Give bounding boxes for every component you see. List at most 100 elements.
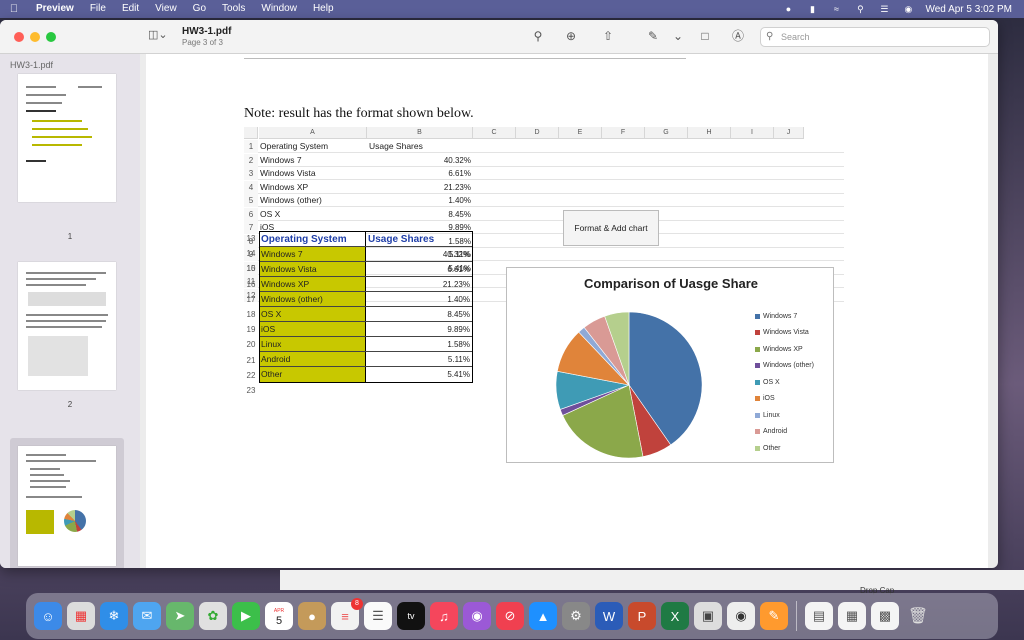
row-number: 21 xyxy=(246,355,256,365)
app-store-icon[interactable]: ▲ xyxy=(529,602,557,630)
recent-document-icon[interactable]: ▤ xyxy=(805,602,833,630)
rotate-icon[interactable]: □ xyxy=(697,28,713,44)
formatted-cell-share: 1.58% xyxy=(447,340,470,349)
formatted-cell-share: 8.45% xyxy=(447,310,470,319)
battery-icon[interactable]: ▮ xyxy=(805,3,819,15)
finder-icon[interactable]: ☺ xyxy=(34,602,62,630)
share-icon[interactable]: ⇧ xyxy=(600,28,616,44)
minimize-button[interactable] xyxy=(30,32,40,42)
row-number: 5 xyxy=(244,194,258,207)
pages-icon[interactable]: ✎ xyxy=(760,602,788,630)
notes-icon[interactable]: ☰ xyxy=(364,602,392,630)
safari-icon[interactable]: ❄ xyxy=(100,602,128,630)
formatted-cell-os: Other xyxy=(260,367,366,382)
page-thumbnail-3[interactable] xyxy=(18,446,116,566)
menu-view[interactable]: View xyxy=(147,0,185,18)
sheet-row: 6 OS X 8.45% xyxy=(244,207,844,221)
row-number: 7 xyxy=(244,221,258,234)
formatted-cell-share: 5.11% xyxy=(447,355,470,364)
preview-icon[interactable]: ▣ xyxy=(694,602,722,630)
formatted-table-header: Operating System Usage Shares xyxy=(260,232,472,247)
calendar-icon[interactable]: APR 5 xyxy=(265,602,293,630)
document-view[interactable]: Note: result has the format shown below.… xyxy=(146,54,988,568)
formatted-table-row: Windows XP 21.23% xyxy=(260,277,472,292)
siri-icon[interactable]: ◉ xyxy=(901,3,915,15)
photos-icon[interactable]: ✿ xyxy=(199,602,227,630)
word-icon[interactable]: W xyxy=(595,602,623,630)
formatted-table-row: iOS 9.89% xyxy=(260,322,472,337)
news-icon[interactable]: ⊘ xyxy=(496,602,524,630)
calendar-day: 5 xyxy=(275,615,283,627)
powerpoint-icon[interactable]: P xyxy=(628,602,656,630)
annotate-icon[interactable]: Ⓐ xyxy=(730,28,746,44)
tv-icon[interactable]: tv xyxy=(397,602,425,630)
zoom-out-icon[interactable]: ⚲ xyxy=(530,28,546,44)
cell-operating-system: OS X xyxy=(260,208,281,219)
sidebar-toggle-icon[interactable]: ◫⌄ xyxy=(148,28,172,44)
legend-label: OS X xyxy=(763,378,780,386)
page-thumbnail-2[interactable] xyxy=(18,262,116,390)
contacts-icon[interactable]: ● xyxy=(298,602,326,630)
podcasts-icon[interactable]: ◉ xyxy=(463,602,491,630)
formatted-cell-share: 21.23% xyxy=(442,280,470,289)
menu-go[interactable]: Go xyxy=(185,0,214,18)
document-title: HW3-1.pdf xyxy=(182,26,232,37)
dock-separator xyxy=(796,601,797,631)
control-center-icon[interactable]: ☰ xyxy=(877,3,891,15)
corner-header xyxy=(244,127,258,139)
zoom-in-icon[interactable]: ⊕ xyxy=(563,28,579,44)
maps-icon[interactable]: ➤ xyxy=(166,602,194,630)
sheet-row: 1 Operating System Usage Shares xyxy=(244,140,844,153)
wifi-icon[interactable]: ≈ xyxy=(829,3,843,15)
mail-icon[interactable]: ✉ xyxy=(133,602,161,630)
markup-pen-icon[interactable]: ✎ xyxy=(645,28,661,44)
excel-icon[interactable]: X xyxy=(661,602,689,630)
formatted-cell-share: 9.89% xyxy=(447,325,470,334)
reminders-icon[interactable]: ≡ 8 xyxy=(331,598,363,630)
row-number: 3 xyxy=(244,167,258,180)
menu-edit[interactable]: Edit xyxy=(114,0,147,18)
system-preferences-icon[interactable]: ⚙ xyxy=(562,602,590,630)
traffic-lights xyxy=(14,32,56,42)
cell-operating-system: Windows (other) xyxy=(260,195,322,205)
row-number: 22 xyxy=(246,370,256,380)
formatted-cell-os: Windows XP xyxy=(260,277,366,291)
spotlight-icon[interactable]: ⚲ xyxy=(853,3,867,15)
chart-legend: Windows 7 Windows Vista Windows XP Windows … xyxy=(755,308,814,457)
row-number: 18 xyxy=(246,310,256,319)
facetime-icon[interactable]: ▶ xyxy=(232,602,260,630)
menu-file[interactable]: File xyxy=(82,0,114,18)
cell-operating-system: Operating System xyxy=(260,141,329,151)
menu-help[interactable]: Help xyxy=(305,0,342,18)
note-text: Note: result has the format shown below. xyxy=(244,106,474,121)
music-icon[interactable]: ♫ xyxy=(430,602,458,630)
chrome-icon[interactable]: ◉ xyxy=(727,602,755,630)
trash-icon[interactable]: 🗑 xyxy=(904,602,932,630)
column-header-h: H xyxy=(688,127,731,139)
zoom-button[interactable] xyxy=(46,32,56,42)
formatted-cell-share: 1.40% xyxy=(447,295,470,304)
row-number: 2 xyxy=(244,153,258,167)
chevron-down-icon[interactable]: ⌄ xyxy=(670,28,686,44)
menu-clock[interactable]: Wed Apr 5 3:02 PM xyxy=(925,4,1012,15)
formatted-table-row: Other 5.41% xyxy=(260,367,472,382)
search-field[interactable]: ⚲ Search xyxy=(760,27,990,47)
launchpad-icon[interactable]: ▦ xyxy=(67,602,95,630)
close-button[interactable] xyxy=(14,32,24,42)
formatted-table-row: Linux 1.58% xyxy=(260,337,472,352)
sheet-row: 4 Windows XP 21.23% xyxy=(244,180,844,194)
apple-menu-icon[interactable]:  xyxy=(0,3,28,15)
legend-swatch xyxy=(755,363,760,369)
formatted-cell-os: Windows Vista xyxy=(260,262,366,276)
recent-window-icon[interactable]: ▩ xyxy=(871,602,899,630)
menu-tools[interactable]: Tools xyxy=(214,0,253,18)
creative-cloud-icon[interactable]: ● xyxy=(781,3,795,15)
menu-app-preview[interactable]: Preview xyxy=(28,0,82,18)
downloads-stack-icon[interactable]: ▦ xyxy=(838,602,866,630)
menu-window[interactable]: Window xyxy=(253,0,305,18)
reminders-badge: 8 xyxy=(351,598,363,610)
page-thumbnail-1[interactable] xyxy=(18,74,116,202)
page-divider xyxy=(244,58,686,59)
legend-label: Windows 7 xyxy=(763,312,798,320)
legend-label: Windows XP xyxy=(763,345,803,353)
